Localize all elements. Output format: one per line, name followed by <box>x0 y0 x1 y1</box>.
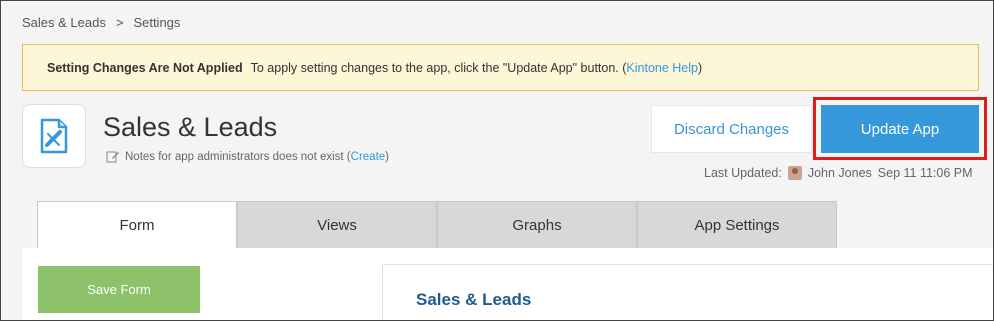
user-avatar <box>787 166 802 180</box>
notice-suffix: ) <box>697 60 703 75</box>
breadcrumb: Sales & Leads > Settings <box>22 15 180 30</box>
last-updated-label: Last Updated: <box>704 166 782 180</box>
notes-suffix: ) <box>385 150 390 163</box>
settings-tabs: Form Views Graphs App Settings <box>37 201 837 248</box>
last-updated: Last Updated: John Jones Sep 11 11:06 PM <box>704 166 973 180</box>
breadcrumb-app-link[interactable]: Sales & Leads <box>22 15 106 30</box>
breadcrumb-current: Settings <box>133 15 181 30</box>
form-title: Sales & Leads <box>416 290 532 309</box>
last-updated-user[interactable]: John Jones <box>808 166 872 180</box>
tab-graphs[interactable]: Graphs <box>437 201 637 248</box>
tab-form[interactable]: Form <box>37 201 237 248</box>
app-document-pen-icon <box>40 118 68 154</box>
notes-text: Notes for app administrators does not ex… <box>125 150 351 163</box>
tab-app-settings[interactable]: App Settings <box>637 201 837 248</box>
breadcrumb-separator: > <box>115 15 124 30</box>
update-app-button[interactable]: Update App <box>821 105 979 153</box>
kintone-help-link[interactable]: Kintone Help <box>626 61 698 75</box>
notice-title: Setting Changes Are Not Applied <box>47 60 243 75</box>
discard-changes-button[interactable]: Discard Changes <box>651 105 812 153</box>
save-form-button[interactable]: Save Form <box>38 266 200 313</box>
last-updated-time: Sep 11 11:06 PM <box>877 166 973 180</box>
edit-note-icon <box>106 151 119 163</box>
tab-views[interactable]: Views <box>237 201 437 248</box>
create-notes-link[interactable]: Create <box>351 151 386 163</box>
app-admin-notes: Notes for app administrators does not ex… <box>106 150 389 163</box>
notice-message: To apply setting changes to the app, cli… <box>250 60 627 75</box>
app-title: Sales & Leads <box>103 112 278 142</box>
unapplied-changes-notice: Setting Changes Are Not Applied To apply… <box>22 44 979 91</box>
app-icon <box>22 104 86 168</box>
